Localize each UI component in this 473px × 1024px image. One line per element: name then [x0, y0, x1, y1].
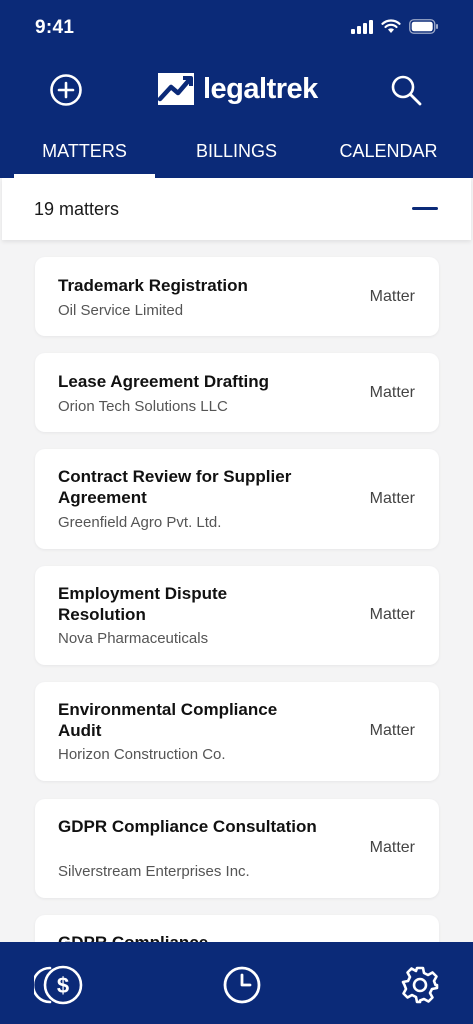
- matter-client: Greenfield Agro Pvt. Ltd.: [58, 514, 222, 531]
- wifi-icon: [381, 19, 401, 33]
- bottom-nav: $: [0, 942, 473, 1024]
- matter-card[interactable]: Lease Agreement Drafting Orion Tech Solu…: [35, 353, 439, 432]
- matter-card[interactable]: Employment Dispute Resolution Nova Pharm…: [35, 566, 439, 665]
- matter-card[interactable]: GDPR Compliance: [35, 915, 439, 942]
- nav-time[interactable]: [219, 962, 265, 1008]
- minus-icon: [412, 206, 438, 210]
- matter-title: Trademark Registration: [58, 276, 248, 295]
- matter-type: Matter: [369, 384, 415, 401]
- logo-text: legaltrek: [203, 72, 318, 105]
- matter-card[interactable]: Contract Review for Supplier Agreement G…: [35, 449, 439, 549]
- coins-dollar-icon: $: [34, 965, 83, 1005]
- matter-title: Lease Agreement Drafting: [58, 372, 269, 391]
- matter-title: GDPR Compliance: [58, 932, 318, 942]
- add-button[interactable]: [46, 70, 86, 110]
- plus-circle-icon: [50, 74, 82, 106]
- matter-title: Contract Review for Supplier Agreement: [58, 467, 292, 507]
- svg-text:$: $: [57, 973, 69, 998]
- status-time: 9:41: [35, 17, 75, 38]
- matter-title: Employment Dispute Resolution: [58, 584, 228, 624]
- matter-type: Matter: [369, 722, 415, 739]
- app-header: 9:41 legaltrek MATTERS BILLINGS CALENDAR: [0, 0, 473, 178]
- matter-card[interactable]: Environmental Compliance Audit Horizon C…: [35, 682, 439, 781]
- matter-type: Matter: [369, 490, 415, 507]
- status-bar: 9:41: [0, 0, 473, 56]
- nav-settings[interactable]: [397, 962, 443, 1008]
- top-bar: legaltrek: [0, 62, 473, 118]
- status-icons: [351, 19, 439, 34]
- gear-icon: [401, 966, 439, 1004]
- battery-icon: [409, 19, 438, 34]
- matters-summary-bar: 19 matters: [2, 178, 471, 240]
- matter-card[interactable]: GDPR Compliance Consultation Silverstrea…: [35, 799, 439, 898]
- clock-icon: [223, 966, 261, 1004]
- cellular-signal-icon: [351, 19, 373, 34]
- tab-label: CALENDAR: [339, 141, 438, 161]
- tab-bar: MATTERS BILLINGS CALENDAR: [0, 130, 473, 178]
- collapse-button[interactable]: [411, 196, 439, 220]
- matters-list: Trademark Registration Oil Service Limit…: [0, 240, 473, 942]
- tab-billings[interactable]: BILLINGS: [166, 130, 307, 178]
- nav-billing[interactable]: $: [34, 962, 86, 1008]
- matter-card[interactable]: Trademark Registration Oil Service Limit…: [35, 257, 439, 336]
- matter-client: Nova Pharmaceuticals: [58, 630, 209, 647]
- tab-label: MATTERS: [42, 141, 127, 161]
- tab-matters[interactable]: MATTERS: [14, 130, 155, 178]
- matter-type: Matter: [369, 839, 415, 856]
- app-logo: legaltrek: [157, 71, 318, 107]
- matter-title: Environmental Compliance Audit: [58, 700, 278, 740]
- matter-type: Matter: [369, 288, 415, 305]
- tab-calendar[interactable]: CALENDAR: [318, 130, 459, 178]
- matter-client: Horizon Construction Co.: [58, 746, 226, 763]
- matter-client: Orion Tech Solutions LLC: [58, 398, 228, 415]
- matters-count: 19 matters: [34, 199, 120, 219]
- search-button[interactable]: [386, 70, 426, 110]
- matter-client: Oil Service Limited: [58, 302, 184, 319]
- logo-mark-icon: [157, 73, 194, 105]
- matter-type: Matter: [369, 606, 415, 623]
- matter-client: Silverstream Enterprises Inc.: [58, 863, 250, 880]
- tab-label: BILLINGS: [195, 141, 278, 161]
- matter-title: GDPR Compliance Consultation: [58, 817, 317, 836]
- search-icon: [391, 75, 422, 106]
